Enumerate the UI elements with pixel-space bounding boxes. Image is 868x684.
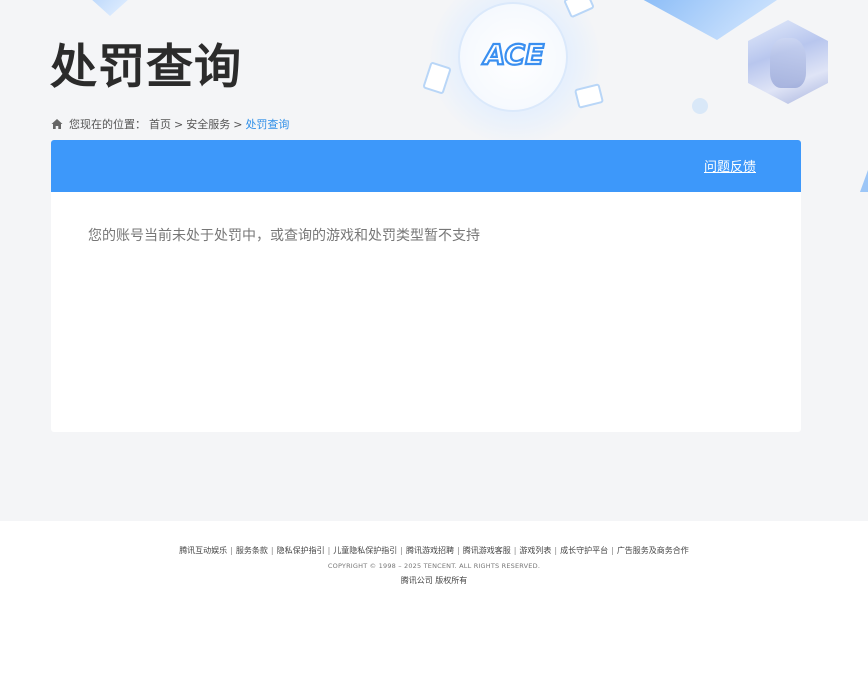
breadcrumb-separator: > xyxy=(233,117,243,131)
decorative-shard xyxy=(860,170,868,192)
breadcrumb-section-link[interactable]: 安全服务 xyxy=(186,116,230,132)
breadcrumb: 您现在的位置： 首页 > 安全服务 > 处罚查询 xyxy=(51,116,289,132)
footer-separator: | xyxy=(513,546,517,555)
footer-separator: | xyxy=(611,546,614,555)
result-message: 您的账号当前未处于处罚中，或查询的游戏和处罚类型暂不支持 xyxy=(88,228,480,244)
breadcrumb-prefix: 您现在的位置： xyxy=(69,118,146,131)
decorative-dot xyxy=(692,98,708,114)
footer-link-ads[interactable]: 广告服务及商务合作 xyxy=(617,546,689,555)
footer-link-tencent-games[interactable]: 腾讯互动娱乐 xyxy=(179,546,227,555)
character-figure xyxy=(770,38,806,88)
copyright-text: COPYRIGHT © 1998 – 2025 TENCENT. ALL RIG… xyxy=(327,562,541,570)
footer-separator: | xyxy=(230,546,233,555)
result-panel: 问题反馈 您的账号当前未处于处罚中，或查询的游戏和处罚类型暂不支持 xyxy=(51,140,801,432)
breadcrumb-separator: > xyxy=(174,117,184,131)
logo-halo xyxy=(430,0,600,144)
company-text: 腾讯公司 版权所有 xyxy=(400,576,468,585)
footer-link-game-list[interactable]: 游戏列表 xyxy=(519,546,551,555)
footer-separator: | xyxy=(554,546,558,555)
ace-logo: ACE xyxy=(481,37,546,72)
page-title: 处罚查询 xyxy=(50,40,242,95)
footer-links: 腾讯互动娱乐 | 服务条款 | 隐私保护指引 | 儿童隐私保护指引 | 腾讯游戏招聘 | 腾讯游戏客… xyxy=(0,545,868,556)
footer-separator: | xyxy=(270,546,274,555)
footer-link-support[interactable]: 腾讯游戏客服 xyxy=(463,546,511,555)
page: ACE 处罚查询 您现在的位置： 首页 > 安全服务 > 处罚查询 问题反馈 您… xyxy=(0,0,868,684)
footer-link-child-privacy[interactable]: 儿童隐私保护指引 xyxy=(333,546,397,555)
footer-link-guardian[interactable]: 成长守护平台 xyxy=(560,546,608,555)
panel-header: 问题反馈 xyxy=(51,140,801,192)
breadcrumb-current: 处罚查询 xyxy=(245,118,290,131)
character-portrait xyxy=(748,20,828,104)
footer: 腾讯互动娱乐 | 服务条款 | 隐私保护指引 | 儿童隐私保护指引 | 腾讯游戏招聘 | 腾讯游戏客… xyxy=(0,521,868,684)
footer-link-terms[interactable]: 服务条款 xyxy=(236,546,268,555)
breadcrumb-home-link[interactable]: 首页 xyxy=(149,116,171,132)
home-icon xyxy=(51,119,63,129)
logo-text: ACE xyxy=(482,38,544,71)
logo-ring xyxy=(458,2,568,112)
decorative-card-icon xyxy=(563,0,595,19)
decorative-shard xyxy=(90,0,130,16)
footer-link-careers[interactable]: 腾讯游戏招聘 xyxy=(406,546,454,555)
decorative-shard xyxy=(640,0,780,40)
decorative-card-icon xyxy=(422,61,452,95)
feedback-link[interactable]: 问题反馈 xyxy=(704,156,756,175)
footer-separator: | xyxy=(327,546,331,555)
footer-separator: | xyxy=(400,546,403,555)
decorative-card-icon xyxy=(573,83,605,109)
footer-link-privacy[interactable]: 隐私保护指引 xyxy=(277,546,325,555)
footer-separator: | xyxy=(457,546,460,555)
